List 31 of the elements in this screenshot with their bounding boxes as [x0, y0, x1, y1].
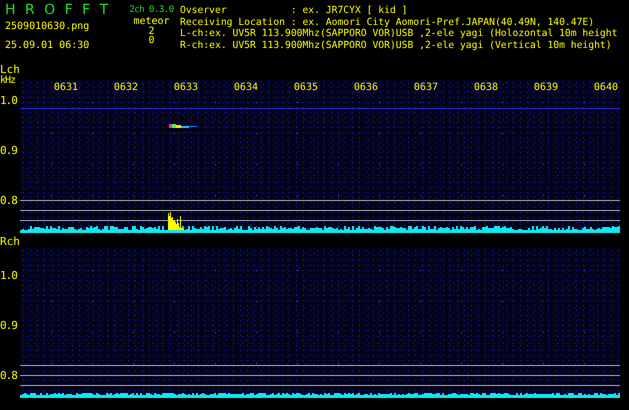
- mode-label: meteor: [132, 16, 171, 27]
- unit-label: kHz: [0, 75, 16, 86]
- axis-label: 1.0: [0, 270, 18, 281]
- timestamp: 25.09.01 06:30: [5, 40, 90, 51]
- echo-count: 0: [147, 36, 156, 45]
- time-label: 0637: [414, 82, 439, 94]
- axis-label: 0.9: [0, 320, 18, 331]
- echo-bars-drawing: [168, 212, 184, 230]
- info-line: Ovserver : ex. JR7CYX [ kid ]: [180, 5, 408, 16]
- time-label: 0639: [534, 82, 559, 94]
- app-version: 2ch 0.3.0: [128, 4, 175, 16]
- axis-label: 0.8: [0, 370, 18, 381]
- time-label: 0635: [294, 82, 319, 94]
- info-line: L-ch:ex. UV5R 113.900Mhz(SAPPORO VOR)USB ,2-ele yagi (Holozontal 10m height: [180, 28, 618, 40]
- time-label: 0632: [114, 82, 139, 94]
- channel-label: Lch: [0, 64, 20, 75]
- time-label: 0631: [54, 82, 79, 94]
- time-label: 0638: [474, 82, 499, 94]
- axis-label: 1.0: [0, 95, 18, 106]
- time-label: 0640: [594, 82, 619, 94]
- time-label: 0634: [234, 82, 259, 94]
- axis-label: 0.9: [0, 145, 18, 156]
- file-name: 2509010630.png: [5, 21, 90, 32]
- info-line: R-ch:ex. UV5R 113.900Mhz(SAPPORO VOR)USB ,2-ele yagi (Vertical 10m height): [180, 40, 613, 51]
- time-label: 0636: [354, 82, 379, 94]
- axis-label: 0.8: [0, 195, 18, 206]
- info-line: Receiving Location : ex. Aomori City Aomori-Pref.JAPAN(40.49N, 140.47E): [180, 16, 596, 28]
- channel-label: Rch: [0, 236, 20, 247]
- echo-count: 2: [147, 27, 156, 36]
- time-label: 0633: [174, 82, 199, 94]
- app-title: H R O F F T: [5, 1, 110, 20]
